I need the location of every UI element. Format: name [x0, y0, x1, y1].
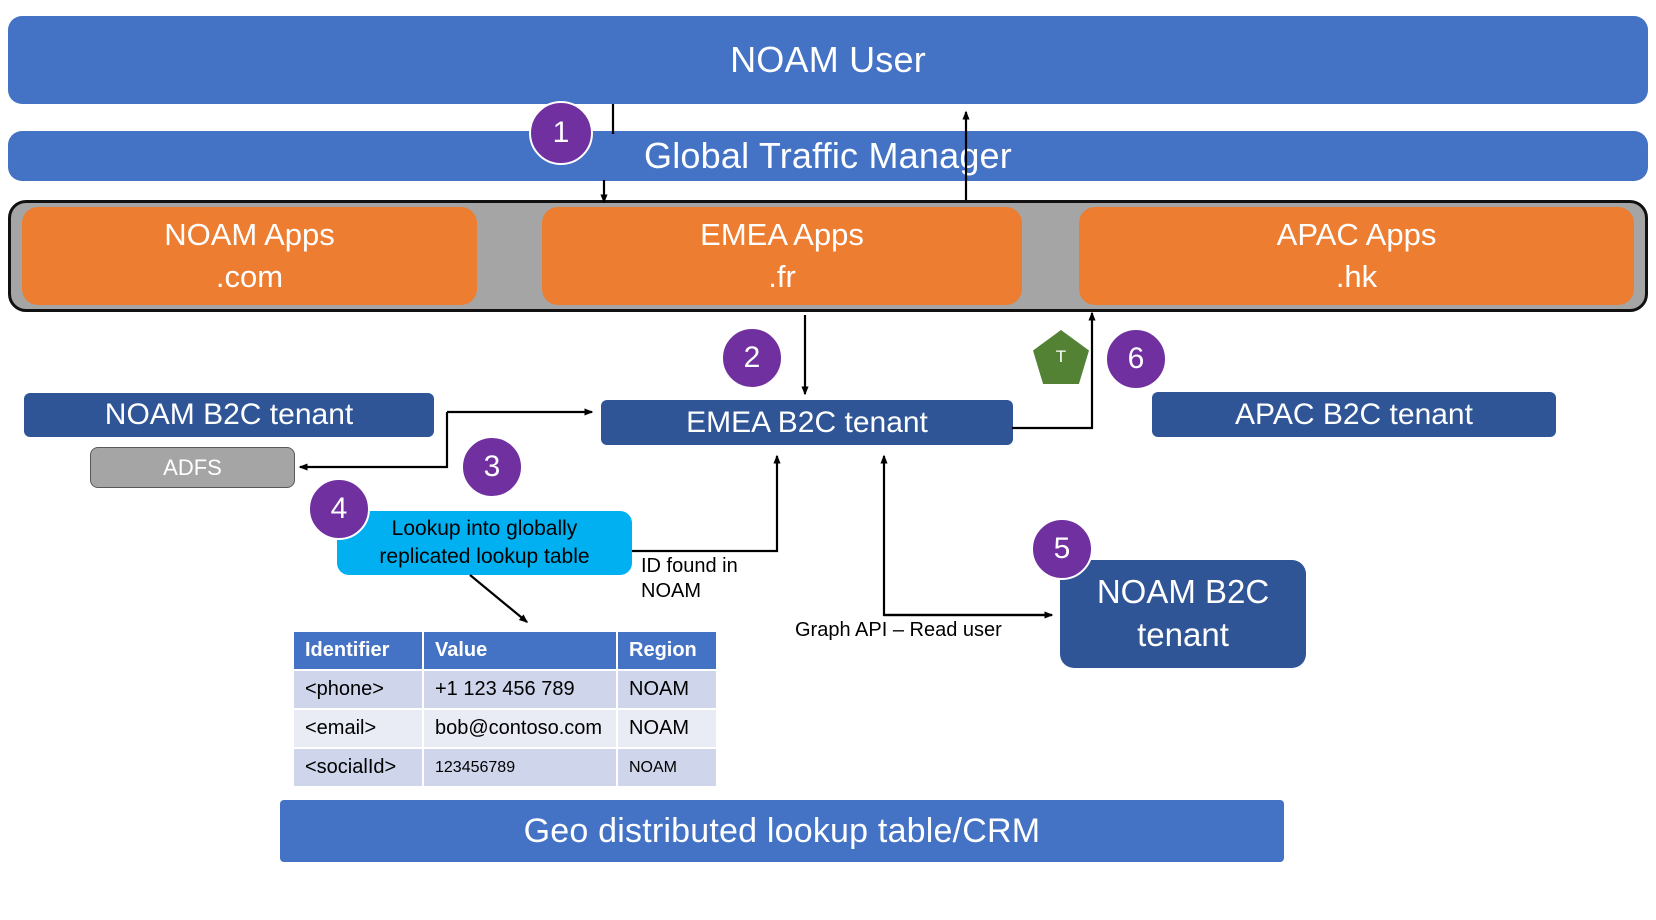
tenant-emea-b2c-label: EMEA B2C tenant — [686, 405, 928, 439]
cell-identifier: <email> — [294, 710, 422, 747]
cell-value: 123456789 — [424, 749, 616, 786]
step-badge-2: 2 — [721, 327, 783, 389]
step-badge-4: 4 — [308, 478, 370, 540]
noam-user-bar: NOAM User — [8, 16, 1648, 104]
cell-identifier: <phone> — [294, 671, 422, 708]
app-tile-noam-name: NOAM Apps — [164, 217, 335, 253]
global-traffic-manager-label: Global Traffic Manager — [644, 135, 1012, 176]
tenant-noam-b2c-right-line2: tenant — [1137, 616, 1229, 653]
app-tile-emea[interactable]: EMEA Apps .fr — [542, 207, 1022, 305]
tenant-noam-b2c-right[interactable]: NOAM B2C tenant — [1060, 560, 1306, 668]
lookup-table-header-region: Region — [618, 632, 716, 669]
step-badge-3-label: 3 — [483, 450, 501, 483]
lookup-table-header-identifier: Identifier — [294, 632, 422, 669]
app-tile-emea-domain: .fr — [768, 259, 796, 294]
table-row: <socialId> 123456789 NOAM — [294, 749, 716, 786]
noam-user-label: NOAM User — [730, 39, 926, 80]
adfs-label: ADFS — [163, 454, 222, 480]
tenant-emea-b2c[interactable]: EMEA B2C tenant — [601, 400, 1013, 445]
tenant-noam-b2c[interactable]: NOAM B2C tenant — [24, 393, 434, 437]
diagram-canvas: NOAM User Global Traffic Manager NOAM Ap… — [0, 0, 1656, 920]
lookup-callout-line2: replicated lookup table — [379, 545, 590, 568]
cell-value: +1 123 456 789 — [424, 671, 616, 708]
lookup-table-header-row: Identifier Value Region — [294, 632, 716, 669]
cell-region: NOAM — [618, 710, 716, 747]
token-pentagon-label: T — [1055, 347, 1067, 366]
app-tile-noam-domain: .com — [215, 259, 284, 294]
step-badge-3: 3 — [461, 436, 523, 498]
lookup-callout-line1: Lookup into globally — [391, 516, 578, 540]
step-badge-1-label: 1 — [552, 116, 570, 149]
step-badge-5: 5 — [1031, 518, 1093, 580]
cell-value: bob@contoso.com — [424, 710, 616, 747]
app-tile-noam[interactable]: NOAM Apps .com — [22, 207, 477, 305]
step-badge-5-label: 5 — [1053, 532, 1071, 565]
adfs-box[interactable]: ADFS — [90, 447, 295, 488]
step-badge-1: 1 — [529, 101, 593, 165]
step-badge-2-label: 2 — [743, 341, 761, 374]
app-tile-apac-name: APAC Apps — [1276, 217, 1437, 253]
tenant-noam-b2c-right-line1: NOAM B2C — [1096, 573, 1270, 611]
app-tile-apac[interactable]: APAC Apps .hk — [1079, 207, 1634, 305]
cell-region: NOAM — [618, 671, 716, 708]
footer-banner: Geo distributed lookup table/CRM — [280, 800, 1284, 862]
lookup-callout: Lookup into globally replicated lookup t… — [337, 511, 632, 575]
global-traffic-manager-bar: Global Traffic Manager — [8, 131, 1648, 181]
id-found-label: ID found in NOAM — [641, 555, 738, 602]
table-row: <phone> +1 123 456 789 NOAM — [294, 671, 716, 708]
tenant-apac-b2c[interactable]: APAC B2C tenant — [1152, 392, 1556, 437]
cell-region: NOAM — [618, 749, 716, 786]
lookup-table: Identifier Value Region <phone> +1 123 4… — [292, 630, 718, 788]
app-tile-apac-domain: .hk — [1335, 259, 1378, 294]
tenant-noam-b2c-label: NOAM B2C tenant — [104, 398, 354, 431]
app-tile-emea-name: EMEA Apps — [700, 217, 864, 253]
lookup-table-header-value: Value — [424, 632, 616, 669]
step-badge-6: 6 — [1105, 328, 1167, 390]
step-badge-4-label: 4 — [330, 492, 348, 525]
token-pentagon-icon: T — [1033, 330, 1089, 384]
tenant-apac-b2c-label: APAC B2C tenant — [1235, 397, 1473, 431]
cell-identifier: <socialId> — [294, 749, 422, 786]
table-row: <email> bob@contoso.com NOAM — [294, 710, 716, 747]
graph-api-label: Graph API – Read user — [795, 619, 1002, 641]
footer-banner-label: Geo distributed lookup table/CRM — [523, 811, 1041, 850]
step-badge-6-label: 6 — [1127, 342, 1145, 375]
